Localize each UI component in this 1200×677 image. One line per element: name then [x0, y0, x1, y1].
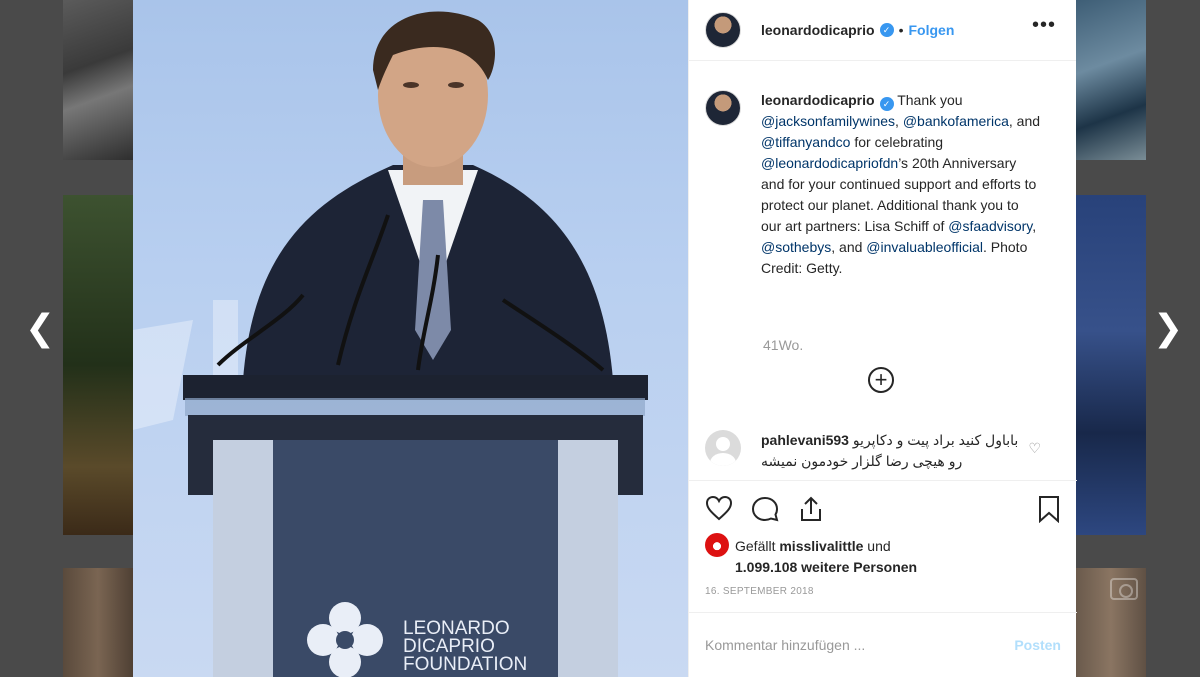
comment-like-icon[interactable]: ♡: [1028, 440, 1041, 457]
caption-segment: for celebrating: [850, 134, 944, 150]
caption-segment: , and: [831, 239, 867, 255]
mention-link[interactable]: @tiffanyandco: [761, 134, 850, 150]
share-icon[interactable]: [797, 495, 825, 528]
foundation-logo-text: LEONARDO DICAPRIO FOUNDATION: [403, 619, 528, 675]
background-thumbnail: [63, 195, 133, 535]
mention-link[interactable]: @leonardodicapriofdn: [761, 155, 898, 171]
logo-line: FOUNDATION: [403, 654, 528, 675]
avatar[interactable]: [705, 12, 741, 48]
caption-segment: , and: [1008, 113, 1041, 129]
mention-link[interactable]: @jacksonfamilywines: [761, 113, 895, 129]
caption-timestamp[interactable]: 41Wo.: [763, 337, 803, 353]
comment-body: pahlevani593 باباول کنید براد پیت و دکاپ…: [761, 430, 1021, 472]
bookmark-icon[interactable]: [1037, 495, 1061, 528]
liker-username-link[interactable]: misslivalittle: [779, 538, 863, 554]
likes-count-link[interactable]: 1.099.108 weitere Personen: [735, 559, 917, 575]
follow-button[interactable]: Folgen: [908, 22, 954, 38]
background-thumbnail: [1076, 195, 1146, 535]
background-thumbnail: [1076, 0, 1146, 160]
post-side-panel: leonardodicaprio ✓ • Folgen ••• leonardo…: [688, 0, 1077, 677]
load-more-comments-button[interactable]: +: [868, 367, 894, 393]
caption-username-link[interactable]: leonardodicaprio: [761, 92, 875, 108]
comment-input[interactable]: [705, 637, 1015, 653]
verified-badge-icon: ✓: [879, 97, 894, 111]
post-date[interactable]: 16. SEPTEMBER 2018: [705, 586, 814, 597]
comment-item: pahlevani593 باباول کنید براد پیت و دکاپ…: [705, 430, 1061, 472]
caption-segment: Thank you: [893, 92, 963, 108]
mention-link[interactable]: @bankofamerica: [903, 113, 1009, 129]
post-photo[interactable]: LEONARDO DICAPRIO FOUNDATION: [133, 0, 688, 677]
video-camera-icon: [1110, 578, 1138, 600]
separator-dot: •: [898, 22, 904, 38]
likes-connector: und: [863, 538, 891, 554]
caption-segment: ,: [895, 113, 903, 129]
post-comment-button[interactable]: Posten: [1014, 637, 1061, 653]
avatar[interactable]: [705, 90, 741, 126]
background-thumbnail: [63, 568, 133, 677]
background-thumbnail: [63, 0, 133, 160]
liker-avatar[interactable]: [705, 533, 729, 557]
next-post-arrow[interactable]: ❯: [1153, 308, 1183, 348]
comment-bubble-icon[interactable]: [751, 495, 779, 528]
post-actions-bar: [689, 480, 1077, 538]
likes-prefix: Gefällt: [735, 538, 780, 554]
like-heart-icon[interactable]: [705, 495, 733, 526]
speaker-at-podium-image: [133, 11, 648, 677]
mention-link[interactable]: @sfaadvisory: [948, 218, 1032, 234]
comment-username-link[interactable]: pahlevani593: [761, 432, 849, 448]
username-link[interactable]: leonardodicaprio: [761, 22, 875, 38]
caption-text: leonardodicaprio ✓ Thank you @jacksonfami…: [761, 90, 1041, 279]
more-options-icon[interactable]: •••: [1032, 14, 1056, 37]
likes-summary: Gefällt misslivalittle und 1.099.108 wei…: [705, 533, 917, 578]
caption-segment: ,: [1032, 218, 1037, 234]
post-modal: LEONARDO DICAPRIO FOUNDATION leonardodic…: [133, 0, 1077, 677]
avatar[interactable]: [705, 430, 741, 466]
verified-badge-icon: ✓: [879, 23, 894, 37]
background-thumbnail: [1076, 568, 1146, 677]
mention-link[interactable]: @invaluableofficial: [866, 239, 983, 255]
add-comment-form: Posten: [689, 612, 1077, 677]
mention-link[interactable]: @sothebys: [761, 239, 831, 255]
post-header: leonardodicaprio ✓ • Folgen •••: [689, 0, 1076, 61]
post-caption: leonardodicaprio ✓ Thank you @jacksonfami…: [705, 90, 1045, 279]
previous-post-arrow[interactable]: ❮: [25, 308, 55, 348]
